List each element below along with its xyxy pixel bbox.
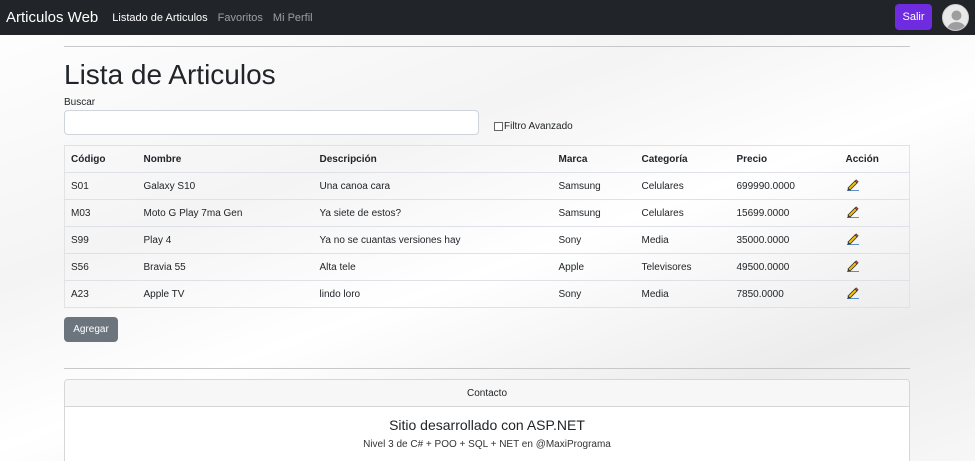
header-nombre: Nombre: [137, 145, 314, 173]
cell-accion: [839, 172, 910, 200]
add-article-button[interactable]: Agregar: [64, 317, 118, 342]
header-accion: Acción: [839, 145, 910, 173]
header-codigo: Código: [64, 145, 138, 173]
cell-precio: 49500.0000: [730, 253, 840, 281]
search-input[interactable]: [64, 110, 479, 135]
cell-precio: 699990.0000: [730, 172, 840, 200]
cell-categoria: Media: [635, 280, 731, 308]
cell-descripcion: Una canoa cara: [313, 172, 553, 200]
cell-descripcion: Ya siete de estos?: [313, 199, 553, 227]
cell-precio: 35000.0000: [730, 226, 840, 254]
cell-accion: [839, 280, 910, 308]
cell-marca: Samsung: [552, 172, 636, 200]
page-title: Lista de Articulos: [64, 59, 276, 90]
cell-descripcion: Ya no se cuantas versiones hay: [313, 226, 553, 254]
cell-codigo: M03: [64, 199, 138, 227]
cell-nombre: Play 4: [137, 226, 314, 254]
footer-divider: [64, 368, 910, 369]
contact-card: Contacto Sitio desarrollado con ASP.NET …: [64, 379, 910, 461]
table-row: S56 Bravia 55 Alta tele Apple Televisore…: [64, 253, 910, 281]
user-avatar-icon[interactable]: [942, 4, 969, 31]
cell-codigo: S01: [64, 172, 138, 200]
cell-precio: 15699.0000: [730, 199, 840, 227]
table-row: S01 Galaxy S10 Una canoa cara Samsung Ce…: [64, 172, 910, 200]
advanced-filter[interactable]: Filtro Avanzado: [494, 121, 573, 132]
cell-marca: Sony: [552, 280, 636, 308]
contact-card-title: Sitio desarrollado con ASP.NET: [389, 417, 585, 433]
nav-link-favoritos[interactable]: Favoritos: [218, 12, 263, 24]
header-precio: Precio: [730, 145, 840, 173]
cell-marca: Sony: [552, 226, 636, 254]
articles-table: Código Nombre Descripción Marca Categorí…: [64, 145, 910, 308]
advanced-filter-checkbox[interactable]: [494, 122, 503, 131]
cell-nombre: Galaxy S10: [137, 172, 314, 200]
cell-codigo: S56: [64, 253, 138, 281]
table-row: A23 Apple TV lindo loro Sony Media 7850.…: [64, 280, 910, 308]
table-row: M03 Moto G Play 7ma Gen Ya siete de esto…: [64, 199, 910, 227]
cell-codigo: S99: [64, 226, 138, 254]
header-categoria: Categoría: [635, 145, 731, 173]
logout-button[interactable]: Salir: [895, 4, 932, 30]
cell-categoria: Televisores: [635, 253, 731, 281]
table-row: S99 Play 4 Ya no se cuantas versiones ha…: [64, 226, 910, 254]
nav-link-mi-perfil[interactable]: Mi Perfil: [273, 12, 313, 24]
cell-codigo: A23: [64, 280, 138, 308]
cell-accion: [839, 253, 910, 281]
cell-nombre: Moto G Play 7ma Gen: [137, 199, 314, 227]
cell-marca: Apple: [552, 253, 636, 281]
pencil-icon[interactable]: [846, 232, 860, 245]
cell-accion: [839, 226, 910, 254]
brand-link[interactable]: Articulos Web: [6, 9, 98, 26]
cell-descripcion: Alta tele: [313, 253, 553, 281]
cell-categoria: Celulares: [635, 199, 731, 227]
pencil-icon[interactable]: [846, 178, 860, 191]
header-descripcion: Descripción: [313, 145, 553, 173]
cell-nombre: Bravia 55: [137, 253, 314, 281]
pencil-icon[interactable]: [846, 259, 860, 272]
contact-card-header: Contacto: [65, 380, 909, 407]
cell-marca: Samsung: [552, 199, 636, 227]
cell-nombre: Apple TV: [137, 280, 314, 308]
table-header-row: Código Nombre Descripción Marca Categorí…: [64, 145, 910, 173]
search-label: Buscar: [64, 97, 96, 108]
pencil-icon[interactable]: [846, 286, 860, 299]
nav-link-listado[interactable]: Listado de Articulos: [112, 12, 207, 24]
cell-accion: [839, 199, 910, 227]
cell-precio: 7850.0000: [730, 280, 840, 308]
top-navbar: Articulos Web Listado de Articulos Favor…: [0, 0, 975, 35]
cell-descripcion: lindo loro: [313, 280, 553, 308]
header-marca: Marca: [552, 145, 636, 173]
cell-categoria: Celulares: [635, 172, 731, 200]
pencil-icon[interactable]: [846, 205, 860, 218]
advanced-filter-label: Filtro Avanzado: [504, 121, 573, 132]
top-divider: [64, 46, 910, 47]
contact-card-text: Nivel 3 de C# + POO + SQL + NET en @Maxi…: [363, 439, 611, 450]
cell-categoria: Media: [635, 226, 731, 254]
